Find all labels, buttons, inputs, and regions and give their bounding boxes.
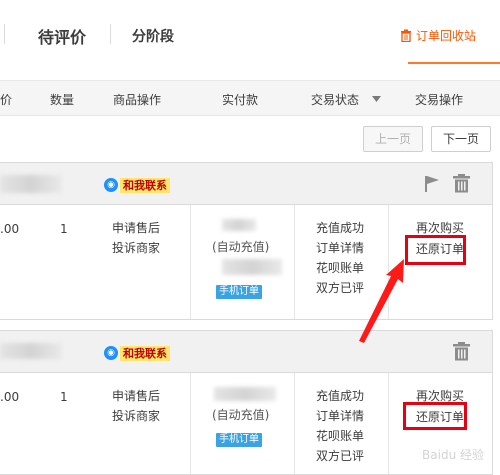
col-price: 价 <box>0 93 13 107</box>
auto-recharge-label: (自动充值) <box>212 408 270 422</box>
delete-icon[interactable] <box>453 342 470 361</box>
active-tab-underline <box>408 62 500 64</box>
column-divider <box>294 205 295 319</box>
item-price: .00 <box>0 222 20 236</box>
wangwang-icon: ◉ <box>104 346 118 360</box>
order-header: ◉ 和我联系 <box>0 163 492 205</box>
huabei-bill-link[interactable]: 花呗账单 <box>316 426 364 446</box>
complain-seller-link[interactable]: 投诉商家 <box>112 238 160 258</box>
phone-order-tag: 手机订单 <box>216 285 262 299</box>
column-divider <box>294 373 295 474</box>
contact-seller-label: 和我联系 <box>120 177 170 193</box>
contact-seller-link[interactable]: ◉ 和我联系 <box>104 345 170 361</box>
apply-after-sale-link[interactable]: 申请售后 <box>112 386 160 406</box>
order-tabs-bar: 待评价 分阶段 订单回收站 <box>0 0 500 66</box>
phone-order-tag: 手机订单 <box>216 433 262 447</box>
blurred-amount <box>222 219 256 231</box>
highlight-box <box>403 402 467 430</box>
blurred-detail <box>222 259 282 275</box>
col-product-actions: 商品操作 <box>113 93 162 107</box>
flag-icon[interactable] <box>424 175 440 193</box>
tab-divider <box>110 24 111 44</box>
contact-seller-link[interactable]: ◉ 和我联系 <box>104 177 170 193</box>
prev-page-button[interactable]: 上一页 <box>363 126 423 152</box>
item-quantity: 1 <box>60 390 68 404</box>
order-card: ◉ 和我联系 .00 1 申请售后 投诉商家 (自动充值) 手机订单 充值成功 … <box>0 330 493 475</box>
column-divider <box>388 373 389 474</box>
order-body: .00 1 申请售后 投诉商家 (自动充值) 手机订单 充值成功 订单详情 花呗… <box>0 373 492 474</box>
next-page-button[interactable]: 下一页 <box>431 126 491 152</box>
apply-after-sale-link[interactable]: 申请售后 <box>112 218 160 238</box>
recycle-bin-label: 订单回收站 <box>416 28 477 43</box>
contact-seller-label: 和我联系 <box>120 345 170 361</box>
order-card: ◉ 和我联系 .00 1 申请售后 投诉商家 (自动充值) 手机订单 充值成功 … <box>0 162 493 320</box>
status-recharge-success: 充值成功 <box>316 389 365 403</box>
tab-installment[interactable]: 分阶段 <box>132 26 174 46</box>
col-trade-status[interactable]: 交易状态 <box>311 91 359 108</box>
delete-icon[interactable] <box>453 174 470 193</box>
col-amount-paid: 实付款 <box>222 93 259 107</box>
order-header: ◉ 和我联系 <box>0 331 492 373</box>
watermark: Baidu 经验 <box>422 448 484 462</box>
auto-recharge-label: (自动充值) <box>212 240 270 254</box>
product-actions: 申请售后 投诉商家 <box>112 386 160 426</box>
blurred-shop-name <box>0 175 62 193</box>
recycle-bin-link[interactable]: 订单回收站 <box>400 20 500 50</box>
complain-seller-link[interactable]: 投诉商家 <box>112 406 160 426</box>
order-details-link[interactable]: 订单详情 <box>316 406 364 426</box>
caret-down-icon[interactable] <box>372 96 381 102</box>
order-table-header: 价 数量 商品操作 实付款 交易状态 交易操作 <box>0 80 500 116</box>
tab-pending-review[interactable]: 待评价 <box>38 24 86 48</box>
column-divider <box>190 373 191 474</box>
col-quantity: 数量 <box>50 93 75 107</box>
trade-status-list: 充值成功 订单详情 花呗账单 双方已评 <box>316 386 364 466</box>
wangwang-icon: ◉ <box>104 178 118 192</box>
order-body: .00 1 申请售后 投诉商家 (自动充值) 手机订单 充值成功 订单详情 花呗… <box>0 205 492 319</box>
status-recharge-success: 充值成功 <box>316 221 365 235</box>
column-divider <box>190 205 191 319</box>
both-reviewed-status: 双方已评 <box>316 449 365 463</box>
col-trade-actions: 交易操作 <box>415 93 464 107</box>
item-price: .00 <box>0 390 20 404</box>
product-actions: 申请售后 投诉商家 <box>112 218 160 258</box>
tab-divider <box>4 24 5 44</box>
item-quantity: 1 <box>60 222 68 236</box>
blurred-amount <box>214 387 276 401</box>
annotation-arrow-icon <box>359 259 404 343</box>
trash-icon <box>401 29 411 42</box>
blurred-shop-name <box>0 343 62 359</box>
